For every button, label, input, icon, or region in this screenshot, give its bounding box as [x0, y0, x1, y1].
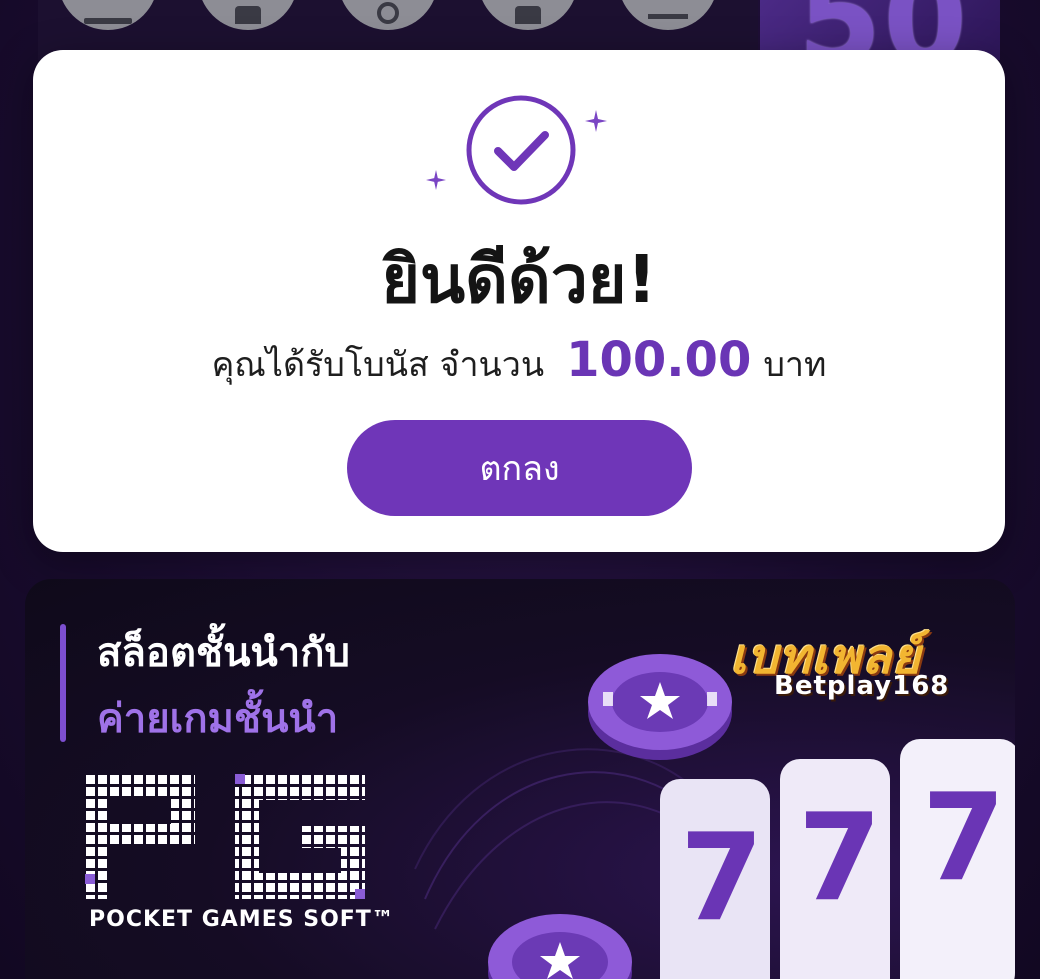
bonus-success-dialog: ยินดีด้วย! คุณได้รับโบนัส จำนวน 100.00 บาท…: [33, 50, 1005, 552]
check-circle-icon: [466, 95, 576, 205]
profile-icon[interactable]: [478, 0, 578, 30]
category-icon[interactable]: [58, 0, 158, 30]
pg-logo-icon: [85, 774, 365, 899]
reel-symbol-2: 7: [798, 789, 882, 928]
brand-logo: เบทเพลย์ Betplay168: [730, 619, 990, 709]
currency-label: บาท: [763, 345, 827, 385]
ok-button[interactable]: ตกลง: [347, 420, 692, 516]
banner-headline: สล็อตชั้นนำกับ: [97, 630, 350, 676]
bonus-message: คุณได้รับโบนัส จำนวน 100.00 บาท: [33, 332, 1005, 393]
provider-tagline: POCKET GAMES SOFT™: [89, 907, 395, 932]
reel-symbol-1: 7: [680, 809, 764, 948]
casino-chip-icon: [488, 914, 632, 979]
bonus-icon[interactable]: [618, 0, 718, 30]
sparkle-icon: [585, 110, 607, 132]
reel-symbol-3: 7: [922, 769, 1006, 908]
accent-bar: [60, 624, 66, 742]
banner-subheadline: ค่ายเกมชั้นนำ: [97, 696, 339, 742]
dialog-title: ยินดีด้วย!: [381, 241, 657, 318]
bonus-message-text: คุณได้รับโบนัส จำนวน: [211, 345, 545, 385]
pg-slot-banner[interactable]: สล็อตชั้นนำกับ ค่ายเกมชั้นนำ POCKET GAME…: [25, 579, 1015, 979]
sparkle-icon: [426, 170, 446, 190]
support-icon[interactable]: [338, 0, 438, 30]
slot-reels-icon: 7 7 7: [660, 739, 1015, 979]
card-icon[interactable]: [198, 0, 298, 30]
brand-english-name: Betplay168: [774, 671, 950, 701]
bonus-amount: 100.00: [566, 332, 752, 388]
